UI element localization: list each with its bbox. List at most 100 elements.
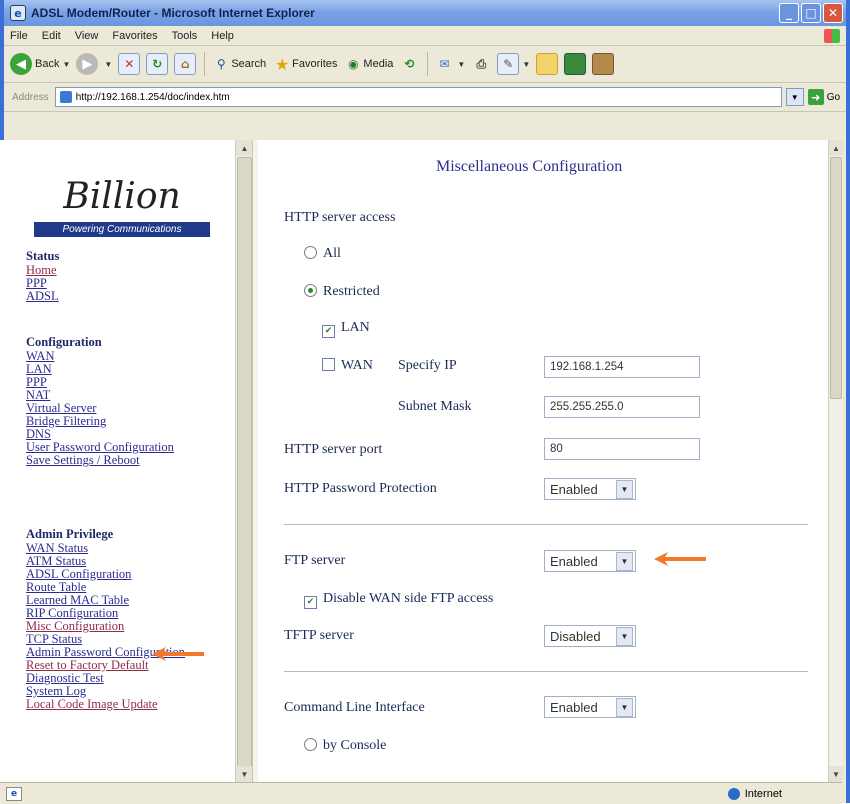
menu-view[interactable]: View (75, 30, 99, 42)
globe-icon (727, 787, 740, 800)
select-value: Enabled (550, 699, 598, 715)
radio-icon[interactable] (304, 284, 317, 297)
checkbox-icon[interactable]: ✔ (304, 596, 317, 609)
content-scrollbar[interactable]: ▲ ▼ (828, 140, 843, 782)
media-icon: ◉ (348, 57, 359, 71)
back-label: Back (35, 58, 60, 70)
http-port-input[interactable]: 80 (544, 438, 700, 460)
http-password-select[interactable]: Enabled ▼ (544, 478, 636, 500)
section-divider (284, 524, 808, 525)
window-title: ADSL Modem/Router - Microsoft Internet E… (31, 6, 315, 20)
forward-button[interactable]: ▶ ▼ (76, 53, 112, 75)
checkbox-wan[interactable]: WAN (322, 358, 373, 374)
address-bar: Address http://192.168.1.254/doc/index.h… (4, 83, 846, 112)
chevron-down-icon: ▼ (616, 479, 633, 499)
radio-icon[interactable] (304, 246, 317, 259)
checkbox-icon[interactable] (322, 358, 335, 371)
checkbox-lan[interactable]: ✔ LAN (322, 320, 370, 338)
messenger-button[interactable] (564, 53, 587, 75)
stop-icon: ✕ (118, 53, 141, 75)
http-password-label: HTTP Password Protection (284, 481, 437, 496)
folder-icon (536, 53, 559, 75)
media-label: Media (363, 58, 394, 70)
scroll-down-arrow[interactable]: ▼ (236, 766, 253, 782)
nav-section-configuration: Configuration WAN LAN PPP NAT Virtual Se… (26, 336, 174, 467)
nav-scrollbar[interactable]: ▲ ▼ (235, 140, 253, 782)
tftp-server-select[interactable]: Disabled ▼ (544, 625, 636, 647)
cli-select[interactable]: Enabled ▼ (544, 696, 636, 718)
nav-link-lan[interactable]: LAN (26, 363, 174, 376)
folder-button[interactable] (536, 53, 559, 75)
mail-button[interactable]: ✉ ▼ (434, 54, 465, 74)
chevron-down-icon: ▼ (616, 697, 633, 717)
radio-icon[interactable] (304, 738, 317, 751)
checkbox-icon[interactable]: ✔ (322, 325, 335, 338)
go-button[interactable]: ➜ Go (807, 89, 841, 105)
toolbar-separator (427, 52, 429, 76)
windows-flag-icon (824, 28, 840, 43)
search-icon: ⚲ (216, 57, 226, 71)
address-label: Address (12, 91, 49, 103)
search-button[interactable]: ⚲ Search (211, 54, 266, 74)
back-button[interactable]: ◀ Back ▼ (10, 53, 70, 75)
nav-link-adsl[interactable]: ADSL (26, 290, 59, 303)
refresh-button[interactable]: ↻ (146, 53, 169, 75)
print-icon: ⎙ (476, 56, 487, 71)
dropdown-arrow-icon: ▼ (104, 59, 113, 69)
section-divider (284, 671, 808, 672)
maximize-button[interactable]: □ (801, 3, 821, 23)
nav-section-admin: Admin Privilege WAN Status ATM Status AD… (26, 528, 185, 711)
scroll-down-arrow[interactable]: ▼ (829, 766, 843, 782)
edit-button[interactable]: ✎ ▼ (497, 53, 530, 75)
address-dropdown-button[interactable]: ▼ (785, 88, 804, 106)
specify-ip-input[interactable]: 192.168.1.254 (544, 356, 700, 378)
messenger-icon (564, 53, 587, 75)
refresh-icon: ↻ (146, 53, 169, 75)
chevron-down-icon: ▼ (616, 626, 633, 646)
nav-link-save-settings[interactable]: Save Settings / Reboot (26, 454, 174, 467)
scroll-thumb[interactable] (830, 157, 842, 399)
checkbox-disable-wan-ftp[interactable]: ✔ Disable WAN side FTP access (304, 591, 493, 609)
radio-by-console[interactable]: by Console (304, 738, 386, 754)
select-value: Enabled (550, 481, 598, 497)
scroll-thumb[interactable] (237, 157, 252, 767)
highlight-arrow-icon (152, 647, 204, 661)
radio-all[interactable]: All (304, 246, 341, 262)
subnet-mask-input[interactable]: 255.255.255.0 (544, 396, 700, 418)
select-value: Disabled (550, 628, 601, 644)
go-arrow-icon: ➜ (807, 89, 824, 105)
menu-tools[interactable]: Tools (172, 30, 198, 42)
stop-button[interactable]: ✕ (118, 53, 141, 75)
navigation-frame: Billion Powering Communications Status H… (0, 140, 235, 782)
print-button[interactable]: ⎙ (471, 54, 491, 74)
menu-file[interactable]: File (10, 30, 28, 42)
research-button[interactable] (592, 53, 615, 75)
minimize-button[interactable]: _ (779, 3, 799, 23)
menu-edit[interactable]: Edit (42, 30, 61, 42)
history-button[interactable]: ⟲ (399, 54, 419, 74)
nav-link-code-update[interactable]: Local Code Image Update (26, 698, 185, 711)
forward-arrow-icon: ▶ (76, 53, 99, 75)
content-frame: Miscellaneous Configuration HTTP server … (258, 140, 828, 782)
media-button[interactable]: ◉ Media (343, 54, 393, 74)
billion-logo: Billion Powering Communications (34, 175, 210, 237)
ftp-server-select[interactable]: Enabled ▼ (544, 550, 636, 572)
home-button[interactable]: ⌂ (174, 53, 197, 75)
menu-favorites[interactable]: Favorites (112, 30, 157, 42)
radio-all-label: All (323, 246, 341, 261)
home-icon: ⌂ (174, 53, 197, 75)
scroll-up-arrow[interactable]: ▲ (829, 140, 843, 156)
checkbox-lan-label: LAN (341, 320, 370, 335)
address-url: http://192.168.1.254/doc/index.htm (75, 91, 230, 103)
menu-help[interactable]: Help (211, 30, 234, 42)
radio-restricted[interactable]: Restricted (304, 284, 380, 300)
scroll-up-arrow[interactable]: ▲ (236, 140, 253, 156)
search-label: Search (231, 58, 267, 70)
go-label: Go (826, 91, 841, 103)
specify-ip-label: Specify IP (398, 358, 457, 373)
edit-icon: ✎ (497, 53, 520, 75)
dropdown-arrow-icon: ▼ (522, 59, 531, 69)
favorites-button[interactable]: ★ Favorites (272, 54, 337, 74)
close-button[interactable]: ✕ (823, 3, 843, 23)
address-input[interactable]: http://192.168.1.254/doc/index.htm (54, 87, 782, 107)
